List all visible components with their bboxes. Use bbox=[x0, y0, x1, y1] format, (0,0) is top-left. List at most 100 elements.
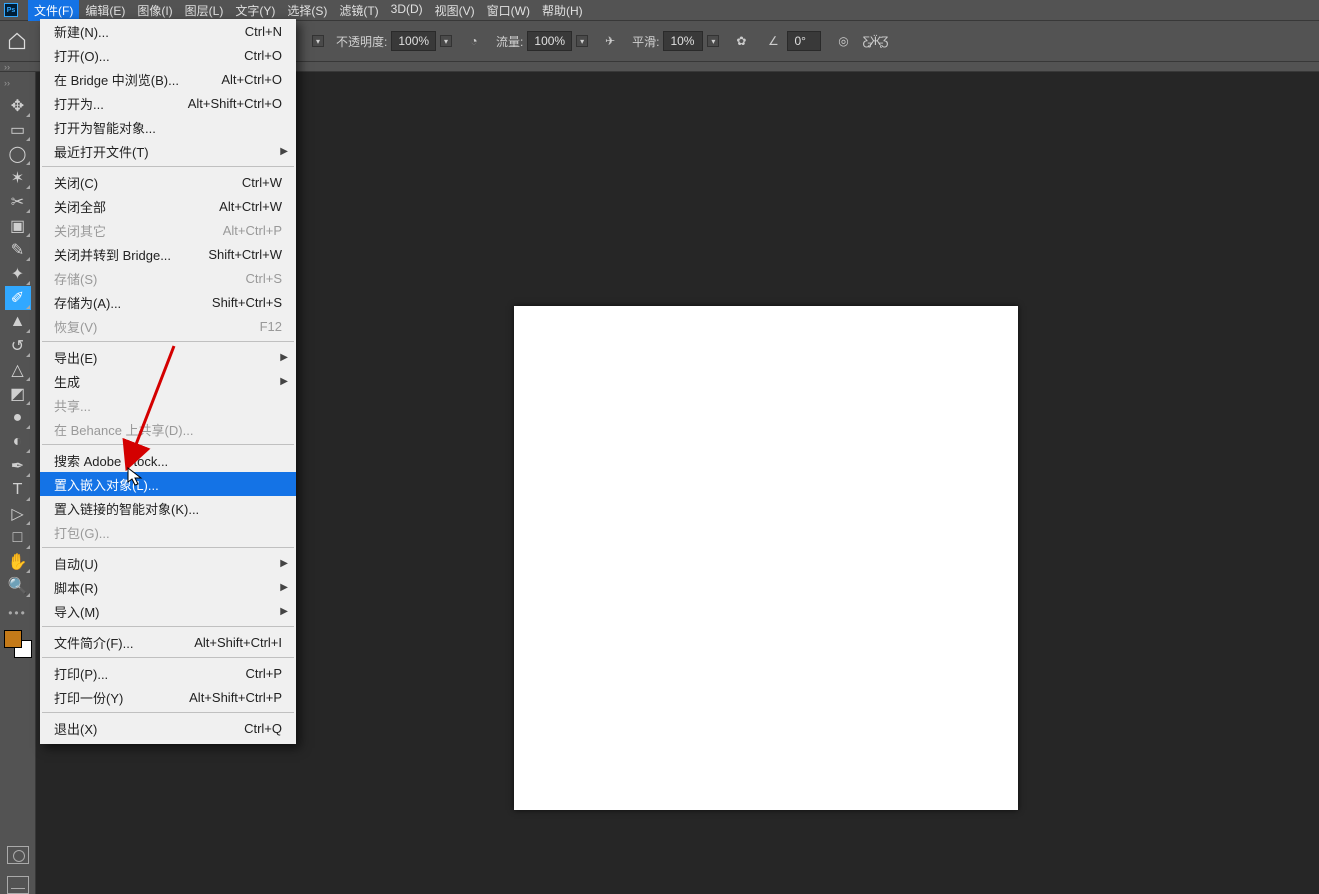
menu-视图[interactable]: 视图(V) bbox=[429, 0, 481, 21]
menu-item-shortcut: Alt+Ctrl+O bbox=[221, 72, 282, 87]
menu-窗口[interactable]: 窗口(W) bbox=[481, 0, 536, 21]
menu-3d[interactable]: 3D(D) bbox=[385, 0, 429, 21]
type-tool[interactable]: T bbox=[5, 478, 31, 502]
screen-mode-icon[interactable] bbox=[7, 876, 29, 894]
pen-tool[interactable]: ✒ bbox=[5, 454, 31, 478]
opacity-value[interactable]: 100% bbox=[391, 31, 436, 51]
menu-item[interactable]: 生成▶ bbox=[40, 369, 296, 393]
smooth-value[interactable]: 10% bbox=[663, 31, 703, 51]
menu-item-shortcut: Ctrl+S bbox=[246, 271, 282, 286]
rectangle-tool[interactable]: □ bbox=[5, 526, 31, 550]
preset-dropdown[interactable]: ▾ bbox=[312, 35, 324, 47]
menu-item[interactable]: 存储为(A)...Shift+Ctrl+S bbox=[40, 290, 296, 314]
menu-item-shortcut: Ctrl+O bbox=[244, 48, 282, 63]
toolbar-grip: ›› bbox=[0, 78, 35, 90]
smooth-settings-icon[interactable]: ✿ bbox=[731, 31, 751, 51]
menu-图层[interactable]: 图层(L) bbox=[179, 0, 230, 21]
menu-item[interactable]: 脚本(R) ▶ bbox=[40, 575, 296, 599]
frame-tool[interactable]: ▣ bbox=[5, 214, 31, 238]
history-brush-tool[interactable]: ↺ bbox=[5, 334, 31, 358]
menu-item[interactable]: 打开(O)... Ctrl+O bbox=[40, 43, 296, 67]
menu-item-shortcut: Alt+Ctrl+W bbox=[219, 199, 282, 214]
menu-item[interactable]: 关闭(C)Ctrl+W bbox=[40, 170, 296, 194]
menu-item-label: 关闭全部 bbox=[54, 197, 106, 216]
menu-item[interactable]: 打印(P)...Ctrl+P bbox=[40, 661, 296, 685]
pressure-size-icon[interactable]: ◎ bbox=[833, 31, 853, 51]
opacity-dropdown[interactable]: ▾ bbox=[440, 35, 452, 47]
lasso-tool[interactable]: ◯ bbox=[5, 142, 31, 166]
menu-滤镜[interactable]: 滤镜(T) bbox=[333, 0, 384, 21]
menu-item[interactable]: 打开为...Alt+Shift+Ctrl+O bbox=[40, 91, 296, 115]
color-swatches[interactable] bbox=[4, 630, 32, 658]
angle-icon: ∠ bbox=[763, 31, 783, 51]
menu-item-label: 共享... bbox=[54, 396, 91, 415]
menu-item[interactable]: 退出(X)Ctrl+Q bbox=[40, 716, 296, 740]
menu-item[interactable]: 置入链接的智能对象(K)... bbox=[40, 496, 296, 520]
airbrush-icon[interactable]: ✈ bbox=[600, 31, 620, 51]
menu-item[interactable]: 置入嵌入对象(L)... bbox=[40, 472, 296, 496]
menu-图像[interactable]: 图像(I) bbox=[131, 0, 178, 21]
menu-item[interactable]: 最近打开文件(T)▶ bbox=[40, 139, 296, 163]
menu-文字[interactable]: 文字(Y) bbox=[229, 0, 281, 21]
eraser-tool[interactable]: △ bbox=[5, 358, 31, 382]
gradient-tool[interactable]: ◩ bbox=[5, 382, 31, 406]
menu-item[interactable]: 导入(M)▶ bbox=[40, 599, 296, 623]
symmetry-icon[interactable]: Ƹ̵̡Ӝ̵̨̄Ʒ bbox=[865, 31, 885, 51]
menu-item-shortcut: F12 bbox=[260, 319, 282, 334]
hand-tool[interactable]: ✋ bbox=[5, 550, 31, 574]
menu-item-label: 打开(O)... bbox=[54, 46, 110, 65]
quick-mask-icon[interactable] bbox=[7, 846, 29, 864]
canvas[interactable] bbox=[514, 306, 1018, 810]
path-select-tool[interactable]: ▷ bbox=[5, 502, 31, 526]
brush-tool[interactable]: ✐ bbox=[5, 286, 31, 310]
menu-文件[interactable]: 文件(F) bbox=[28, 0, 79, 21]
flow-value[interactable]: 100% bbox=[527, 31, 572, 51]
menu-item[interactable]: 文件简介(F)...Alt+Shift+Ctrl+I bbox=[40, 630, 296, 654]
menu-item[interactable]: 导出(E)▶ bbox=[40, 345, 296, 369]
menu-item-label: 脚本(R) bbox=[54, 578, 98, 597]
menu-item-label: 生成 bbox=[54, 372, 80, 391]
menu-item[interactable]: 关闭全部 Alt+Ctrl+W bbox=[40, 194, 296, 218]
menu-item-label: 打开为... bbox=[54, 94, 104, 113]
toolbar-more[interactable]: ••• bbox=[5, 606, 31, 620]
spot-heal-tool[interactable]: ✦ bbox=[5, 262, 31, 286]
dodge-tool[interactable]: ◐ bbox=[5, 430, 31, 454]
menu-编辑[interactable]: 编辑(E) bbox=[79, 0, 131, 21]
menu-item-label: 恢复(V) bbox=[54, 317, 97, 336]
crop-tool[interactable]: ✂ bbox=[5, 190, 31, 214]
menu-item[interactable]: 打开为智能对象... bbox=[40, 115, 296, 139]
menu-item-shortcut: Alt+Ctrl+P bbox=[223, 223, 282, 238]
menu-item-label: 导出(E) bbox=[54, 348, 97, 367]
menu-item[interactable]: 打印一份(Y)Alt+Shift+Ctrl+P bbox=[40, 685, 296, 709]
menu-item[interactable]: 关闭并转到 Bridge...Shift+Ctrl+W bbox=[40, 242, 296, 266]
quick-select-tool[interactable]: ✶ bbox=[5, 166, 31, 190]
foreground-color-swatch[interactable] bbox=[4, 630, 22, 648]
menu-item[interactable]: 新建(N)...Ctrl+N bbox=[40, 19, 296, 43]
app-icon: Ps bbox=[4, 3, 18, 17]
pressure-opacity-icon[interactable]: ◔ bbox=[464, 31, 484, 51]
menu-item-shortcut: Shift+Ctrl+W bbox=[208, 247, 282, 262]
angle-value[interactable]: 0° bbox=[787, 31, 821, 51]
menu-item: 恢复(V) F12 bbox=[40, 314, 296, 338]
blur-tool[interactable]: ● bbox=[5, 406, 31, 430]
marquee-tool[interactable]: ▭ bbox=[5, 118, 31, 142]
submenu-arrow-icon: ▶ bbox=[280, 582, 288, 593]
menu-item[interactable]: 搜索 Adobe Stock... bbox=[40, 448, 296, 472]
menu-选择[interactable]: 选择(S) bbox=[281, 0, 333, 21]
zoom-tool[interactable]: 🔍 bbox=[5, 574, 31, 598]
move-tool[interactable]: ✥ bbox=[5, 94, 31, 118]
menu-item-label: 搜索 Adobe Stock... bbox=[54, 451, 168, 470]
flow-dropdown[interactable]: ▾ bbox=[576, 35, 588, 47]
submenu-arrow-icon: ▶ bbox=[280, 146, 288, 157]
menu-item: 打包(G)... bbox=[40, 520, 296, 544]
menu-item-label: 打开为智能对象... bbox=[54, 118, 156, 137]
menu-item[interactable]: 在 Bridge 中浏览(B)...Alt+Ctrl+O bbox=[40, 67, 296, 91]
smooth-dropdown[interactable]: ▾ bbox=[707, 35, 719, 47]
eyedropper-tool[interactable]: ✎ bbox=[5, 238, 31, 262]
home-icon[interactable] bbox=[6, 31, 28, 51]
clone-stamp-tool[interactable]: ▲ bbox=[5, 310, 31, 334]
menu-帮助[interactable]: 帮助(H) bbox=[536, 0, 589, 21]
menu-item-label: 置入链接的智能对象(K)... bbox=[54, 499, 199, 518]
menu-item-label: 导入(M) bbox=[54, 602, 100, 621]
menu-item[interactable]: 自动(U)▶ bbox=[40, 551, 296, 575]
